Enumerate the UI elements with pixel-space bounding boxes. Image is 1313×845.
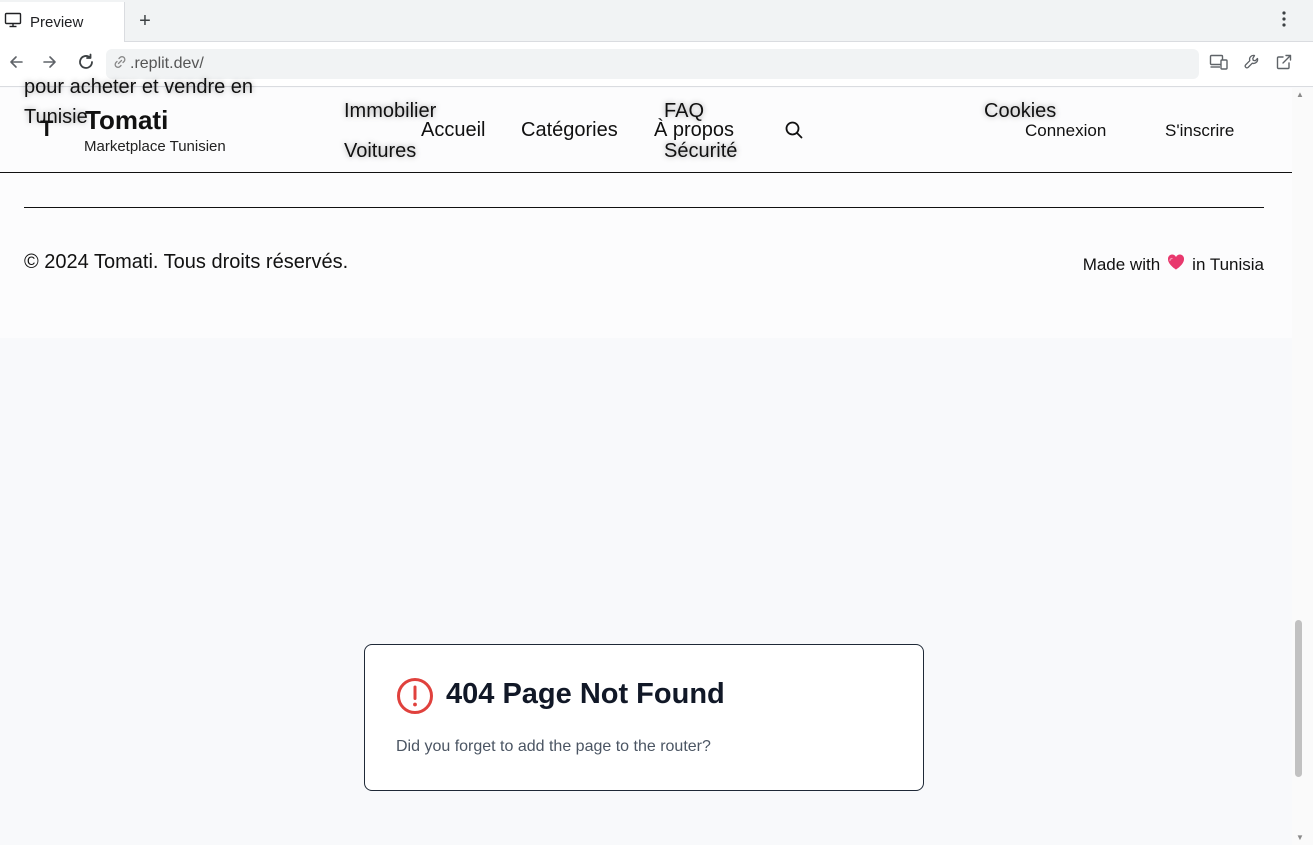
more-vert-icon [1281, 10, 1287, 33]
brand-subtitle: Marketplace Tunisien [84, 138, 226, 155]
hero-text-line2: Tunisie [24, 106, 88, 128]
plus-icon: + [139, 9, 151, 32]
reload-button[interactable] [74, 52, 98, 76]
browser-menu-button[interactable] [1273, 10, 1295, 32]
alert-circle-icon [396, 676, 436, 716]
not-found-message: Did you forget to add the page to the ro… [396, 738, 711, 755]
login-button[interactable]: Connexion [1025, 121, 1106, 141]
devtools-button[interactable] [1240, 52, 1264, 76]
open-external-button[interactable] [1272, 52, 1296, 76]
link-icon [112, 54, 128, 75]
devices-button[interactable] [1207, 52, 1231, 76]
wrench-icon [1243, 53, 1261, 76]
back-icon [7, 53, 25, 76]
nav-dropdown-voitures[interactable]: Voitures [344, 140, 416, 163]
made-with-prefix: Made with [1082, 254, 1161, 274]
forward-icon [41, 53, 59, 76]
tab-label: Preview [30, 13, 84, 31]
made-with-suffix: in Tunisia [1192, 254, 1264, 274]
signup-button[interactable]: S'inscrire [1165, 121, 1234, 141]
footer-made-with: Made with in Tunisia [1083, 253, 1264, 276]
nav-accueil[interactable]: Accueil [421, 119, 485, 142]
search-icon [784, 121, 804, 144]
nav-a-propos[interactable]: À propos [654, 119, 734, 142]
monitor-icon [4, 11, 22, 34]
scroll-down-arrow[interactable]: ▼ [1295, 833, 1305, 843]
back-button[interactable] [4, 52, 28, 76]
tab-preview[interactable]: Preview [0, 2, 125, 42]
not-found-card: 404 Page Not Found Did you forget to add… [364, 644, 924, 791]
scrollbar-thumb[interactable] [1295, 620, 1302, 777]
logo-letter[interactable]: T [40, 116, 53, 142]
not-found-title: 404 Page Not Found [446, 678, 725, 710]
brand-name[interactable]: Tomati [85, 105, 168, 136]
address-bar[interactable]: .replit.dev/ [106, 49, 1199, 79]
reload-icon [76, 52, 96, 77]
url-text: .replit.dev/ [130, 55, 204, 72]
nav-dropdown-securite[interactable]: Sécurité [664, 140, 737, 163]
nav-categories[interactable]: Catégories [521, 119, 618, 142]
devices-icon [1209, 53, 1229, 76]
footer-copyright: © 2024 Tomati. Tous droits réservés. [24, 251, 349, 273]
browser-tab-bar: Preview + [0, 0, 1313, 42]
footer-divider [24, 207, 1264, 208]
new-tab-button[interactable]: + [134, 10, 156, 32]
forward-button[interactable] [38, 52, 62, 76]
open-external-icon [1275, 53, 1293, 76]
heart-icon [1166, 253, 1186, 276]
nav-dropdown-cookies[interactable]: Cookies [984, 100, 1056, 123]
hero-text-line1: pour acheter et vendre en [24, 76, 254, 98]
search-button[interactable] [784, 120, 804, 145]
scroll-up-arrow[interactable]: ▲ [1295, 90, 1305, 100]
